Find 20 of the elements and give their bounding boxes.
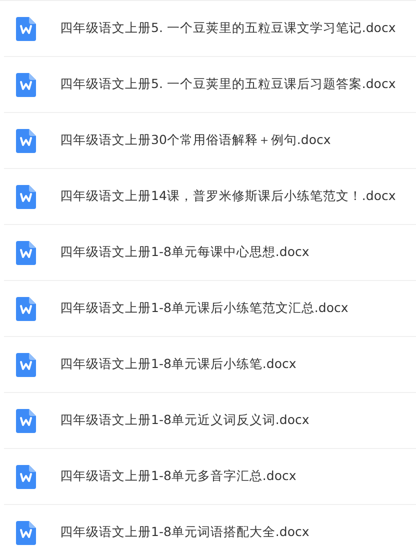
word-document-icon [16, 408, 36, 432]
file-name[interactable]: 四年级语文上册14课，普罗米修斯课后小练笔范文！.docx [60, 187, 396, 206]
file-name[interactable]: 四年级语文上册1-8单元课后小练笔范文汇总.docx [60, 299, 348, 318]
word-document-icon [16, 128, 36, 152]
word-document-icon [16, 464, 36, 488]
file-name[interactable]: 四年级语文上册1-8单元词语搭配大全.docx [60, 523, 310, 542]
file-name[interactable]: 四年级语文上册1-8单元多音字汇总.docx [60, 467, 296, 486]
file-name[interactable]: 四年级语文上册1-8单元近义词反义词.docx [60, 411, 310, 430]
word-document-icon [16, 520, 36, 544]
file-name[interactable]: 四年级语文上册1-8单元每课中心思想.docx [60, 243, 310, 262]
file-name[interactable]: 四年级语文上册5. 一个豆荚里的五粒豆课文学习笔记.docx [60, 19, 396, 38]
word-document-icon [16, 352, 36, 376]
word-document-icon [16, 296, 36, 320]
word-document-icon [16, 72, 36, 96]
file-name[interactable]: 四年级语文上册1-8单元课后小练笔.docx [60, 355, 296, 374]
word-document-icon [16, 184, 36, 208]
file-name[interactable]: 四年级语文上册5. 一个豆荚里的五粒豆课后习题答案.docx [60, 75, 396, 94]
file-name[interactable]: 四年级语文上册30个常用俗语解释＋例句.docx [60, 131, 331, 150]
word-document-icon [16, 16, 36, 40]
word-document-icon [16, 240, 36, 264]
